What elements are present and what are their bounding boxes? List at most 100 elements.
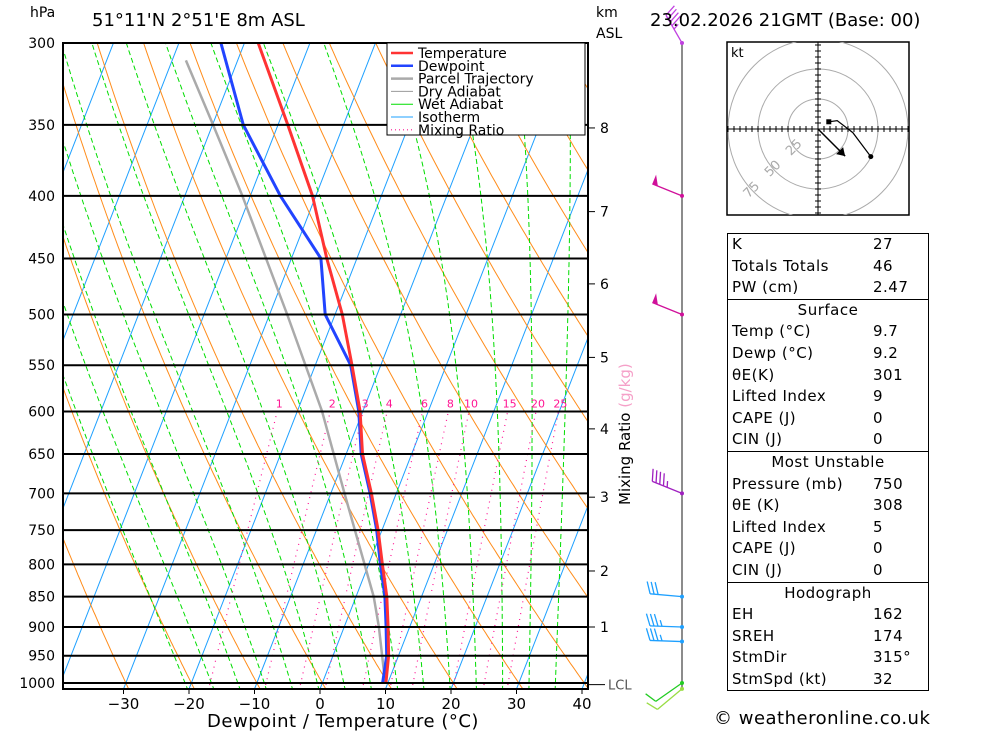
mixing-ratio-label: 2	[329, 397, 336, 410]
hodograph-content: 255075	[727, 42, 909, 215]
index-row: Lifted Index 5	[728, 517, 928, 539]
index-value: 315°	[873, 648, 912, 667]
wind-barb-flag	[653, 613, 659, 627]
wind-barb-flag	[659, 471, 662, 485]
height-unit-label-asl: ASL	[596, 26, 623, 42]
datetime-title: 23.02.2026 21GMT (Base: 00)	[650, 10, 921, 31]
index-value: 0	[873, 560, 884, 579]
x-tick-label: 30	[507, 695, 526, 713]
hodograph-unit-label: kt	[731, 46, 744, 61]
index-value: 301	[873, 365, 904, 384]
general-indices: K 27 Totals Totals 46 PW (cm) 2.47	[728, 234, 928, 299]
index-value: 27	[873, 235, 894, 253]
wind-barb-flag	[655, 470, 658, 483]
height-unit-label: km	[596, 5, 618, 21]
isotherm-line	[63, 43, 114, 174]
height-tick-label: 8	[600, 121, 609, 137]
isotherm-line	[122, 43, 376, 689]
copyright-footer: © weatheronline.co.uk	[714, 708, 931, 729]
index-value: 32	[873, 669, 894, 688]
index-label: PW (cm)	[732, 278, 799, 297]
section-title: Most Unstable	[771, 452, 885, 471]
legend: TemperatureDewpointParcel TrajectoryDry …	[386, 42, 586, 139]
index-value: 750	[873, 474, 904, 493]
hodograph: 255075kt	[726, 41, 910, 216]
index-label: CIN (J)	[732, 430, 783, 449]
index-label: CIN (J)	[732, 560, 783, 579]
index-row: Totals Totals 46	[728, 256, 928, 278]
wind-barb-flag	[645, 613, 651, 627]
pressure-tick-label: 550	[28, 358, 55, 374]
wind-barb	[645, 613, 684, 629]
index-row: Temp (°C) 9.7	[728, 321, 928, 343]
index-value: 162	[873, 605, 904, 624]
hodograph-end-marker	[868, 154, 874, 160]
index-label: K	[732, 235, 743, 253]
index-value: 5	[873, 517, 884, 536]
index-row: EH 162	[728, 604, 928, 626]
index-label: SREH	[732, 626, 775, 645]
x-axis-title: Dewpoint / Temperature (°C)	[207, 711, 479, 732]
mixing-ratio-label: 3	[362, 397, 369, 410]
pressure-tick-label: 900	[28, 620, 55, 636]
x-tick-label: −20	[173, 695, 205, 713]
wind-barb-flag	[653, 628, 659, 641]
index-row: θE(K) 301	[728, 365, 928, 387]
wind-barb-flag	[649, 628, 655, 641]
height-tick-label: 1	[600, 620, 609, 636]
index-value: 46	[873, 256, 894, 275]
pressure-tick-label: 600	[28, 404, 55, 420]
most-unstable-section: Most Unstable Pressure (mb) 750 θE (K) 308…	[728, 450, 928, 582]
index-label: Lifted Index	[732, 517, 827, 536]
wind-barb-flag	[646, 581, 651, 594]
lcl-label: LCL	[608, 679, 632, 694]
mixing-ratio-label: 8	[447, 397, 454, 410]
index-row: StmDir 315°	[728, 647, 928, 669]
index-label: StmSpd (kt)	[732, 669, 828, 688]
index-label: Dewp (°C)	[732, 343, 814, 362]
wind-barb-flag	[645, 628, 651, 641]
index-row: CIN (J) 0	[728, 560, 928, 582]
pressure-tick-label: 650	[28, 447, 55, 463]
index-value: 0	[873, 539, 884, 558]
index-value: 9	[873, 387, 884, 406]
index-value: 2.47	[873, 278, 909, 297]
wind-barbs	[645, 5, 684, 710]
index-label: Temp (°C)	[732, 322, 811, 341]
index-row: StmSpd (kt) 32	[728, 669, 928, 691]
pressure-unit-label: hPa	[30, 5, 56, 21]
section-title: Surface	[797, 300, 859, 319]
height-tick-label: 5	[600, 350, 609, 366]
section-title: Hodograph	[784, 583, 872, 602]
wind-barb-flag	[651, 468, 654, 482]
height-tick-label: 3	[600, 490, 609, 506]
index-label: EH	[732, 605, 754, 624]
index-row: Dewp (°C) 9.2	[728, 343, 928, 365]
x-tick-label: −30	[108, 695, 140, 713]
location-title: 51°11'N 2°51'E 8m ASL	[92, 10, 305, 31]
temperature-line	[256, 43, 391, 684]
index-label: StmDir	[732, 648, 787, 667]
index-value: 174	[873, 626, 904, 645]
dry-adiabat-line	[63, 537, 130, 689]
mixing-ratio-label: 1	[276, 397, 283, 410]
parcel-trajectory-line	[184, 59, 387, 684]
mixing-ratio-axis-title: Mixing Ratio (g/kg)	[616, 363, 634, 505]
pressure-tick-label: 350	[28, 118, 55, 134]
wet-adiabat-line	[210, 43, 399, 689]
wind-barb-half-flag	[659, 634, 663, 642]
wind-barb-flag	[654, 582, 659, 595]
wind-barb-shaft	[650, 593, 683, 598]
index-value: 308	[873, 496, 904, 515]
indices-table: K 27 Totals Totals 46 PW (cm) 2.47 Surface …	[727, 233, 929, 692]
height-tick-label: 7	[600, 205, 609, 221]
index-label: Lifted Index	[732, 387, 827, 406]
index-row: CAPE (J) 0	[728, 538, 928, 560]
pressure-tick-label: 950	[28, 649, 55, 665]
height-tick-label: 4	[600, 422, 609, 438]
index-row: Pressure (mb) 750	[728, 474, 928, 496]
pressure-tick-label: 500	[28, 308, 55, 324]
index-label: Totals Totals	[732, 256, 829, 275]
pressure-tick-label: 850	[28, 590, 55, 606]
mixing-ratio-axis-title-main: Mixing Ratio	[616, 408, 634, 505]
